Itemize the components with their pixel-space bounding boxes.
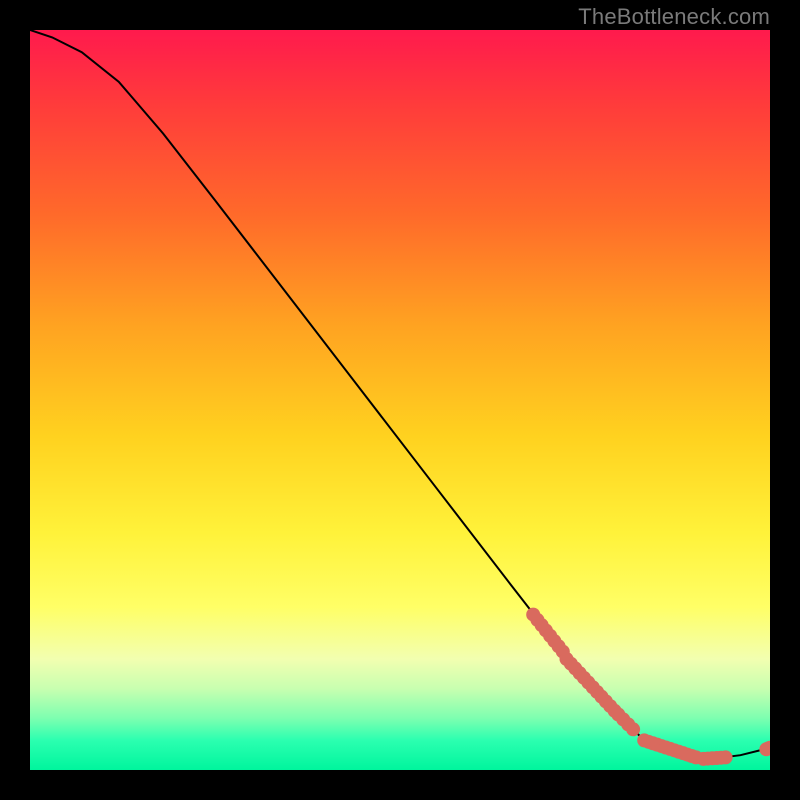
chart-frame: TheBottleneck.com bbox=[0, 0, 800, 800]
marker-dot bbox=[626, 722, 640, 736]
marker-dots bbox=[526, 608, 770, 766]
watermark-text: TheBottleneck.com bbox=[578, 4, 770, 30]
marker-dot bbox=[719, 750, 733, 764]
plot-area bbox=[30, 30, 770, 770]
curve-svg bbox=[30, 30, 770, 770]
bottleneck-curve bbox=[30, 30, 770, 759]
